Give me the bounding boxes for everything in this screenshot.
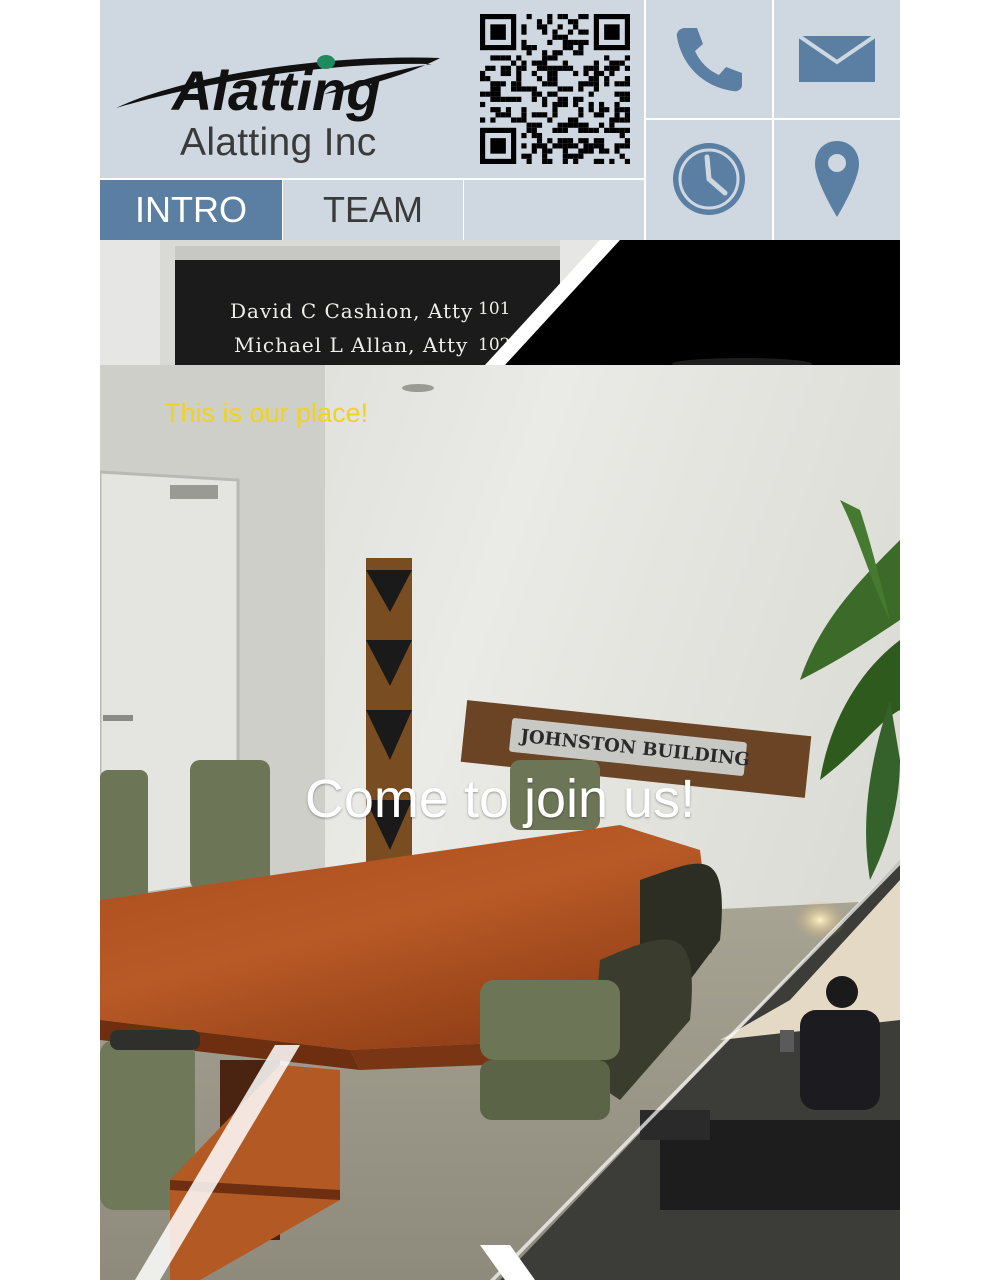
qr-code[interactable] bbox=[480, 14, 630, 164]
hero-headline: Come to join us! bbox=[304, 769, 696, 829]
hero-tagline: This is our place! bbox=[164, 398, 369, 428]
app-screen: Alatting Alatting Inc INTRO TEAM David C… bbox=[100, 0, 900, 1280]
company-name: Alatting Inc bbox=[180, 121, 377, 164]
location-pin-icon bbox=[815, 141, 859, 217]
header: Alatting Alatting Inc INTRO TEAM bbox=[100, 0, 900, 240]
call-button[interactable] bbox=[646, 0, 772, 118]
tab-intro[interactable]: INTRO bbox=[100, 180, 282, 240]
office-photo: David C Cashion, Atty 101 Michael L Alla… bbox=[100, 240, 900, 1280]
logo-wordmark: Alatting bbox=[170, 59, 380, 122]
clock-icon bbox=[673, 143, 745, 215]
tab-label: TEAM bbox=[322, 189, 423, 230]
tab-label: INTRO bbox=[135, 189, 247, 230]
directory-room-1: 101 bbox=[478, 299, 510, 319]
hours-button[interactable] bbox=[646, 120, 772, 238]
directory-entry-1: David C Cashion, Atty bbox=[230, 299, 473, 323]
tab-team[interactable]: TEAM bbox=[283, 180, 463, 240]
directory-entry-2: Michael L Allan, Atty bbox=[234, 333, 468, 357]
hero-photo: David C Cashion, Atty 101 Michael L Alla… bbox=[100, 240, 900, 1280]
tab-empty[interactable] bbox=[464, 180, 644, 240]
brand-area: Alatting Alatting Inc bbox=[100, 0, 480, 180]
email-button[interactable] bbox=[774, 0, 900, 118]
alatting-logo: Alatting bbox=[116, 55, 440, 122]
location-button[interactable] bbox=[774, 120, 900, 238]
phone-icon bbox=[676, 28, 742, 92]
mail-icon bbox=[798, 35, 876, 82]
